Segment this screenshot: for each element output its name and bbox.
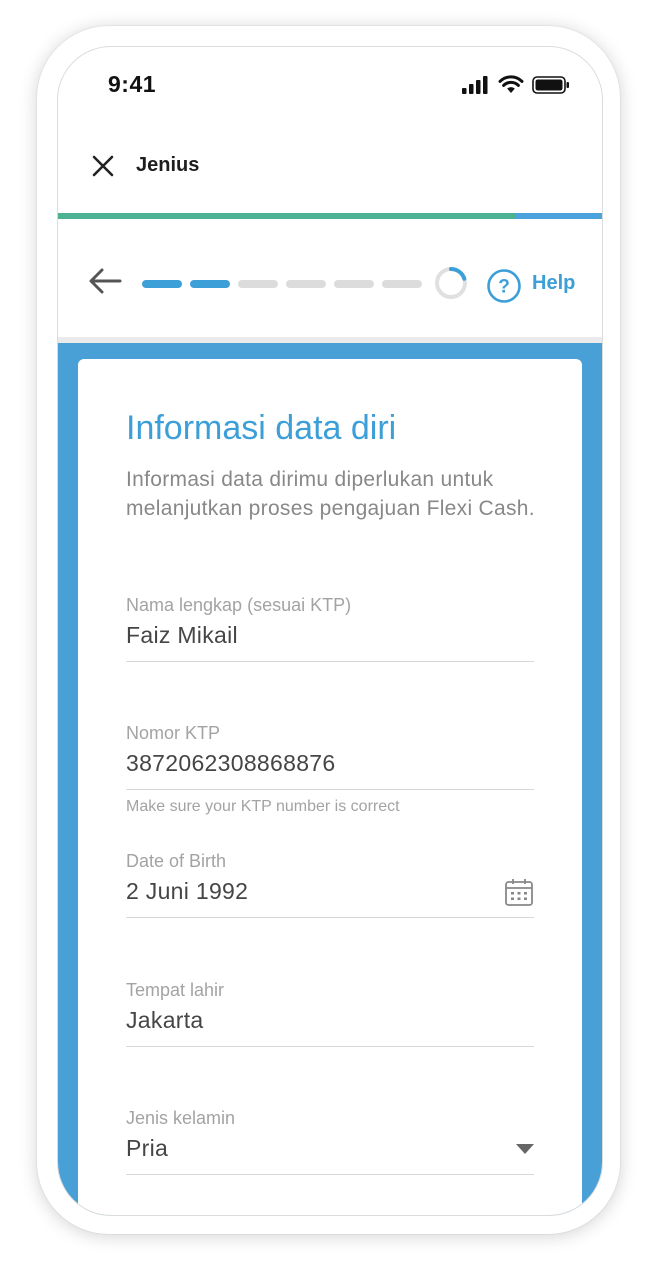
phone-screen: 9:41 Jenius ? Help Informasi data diri I… bbox=[57, 46, 603, 1216]
loading-spinner-icon bbox=[435, 267, 467, 299]
step-segment bbox=[190, 280, 230, 288]
date-of-birth-input[interactable]: 2 Juni 1992 bbox=[126, 878, 534, 905]
battery-icon bbox=[532, 75, 569, 94]
status-time: 9:41 bbox=[108, 71, 157, 97]
step-segment bbox=[142, 280, 182, 288]
field-label: Date of Birth bbox=[126, 851, 227, 871]
field-underline bbox=[126, 661, 534, 662]
close-icon[interactable] bbox=[92, 155, 114, 177]
app-title: Jenius bbox=[136, 154, 200, 176]
field-label: Nama lengkap (sesuai KTP) bbox=[126, 595, 352, 615]
svg-text:?: ? bbox=[498, 277, 510, 298]
wifi-icon bbox=[498, 75, 524, 93]
form-title: Informasi data diri bbox=[126, 409, 397, 447]
field-underline bbox=[126, 1174, 534, 1175]
full-name-input[interactable]: Faiz Mikail bbox=[126, 622, 534, 649]
field-underline bbox=[126, 1046, 534, 1047]
birth-place-field[interactable]: Tempat lahir Jakarta bbox=[126, 980, 534, 1047]
full-name-field[interactable]: Nama lengkap (sesuai KTP) Faiz Mikail bbox=[126, 595, 534, 662]
field-underline bbox=[126, 917, 534, 918]
ktp-number-field[interactable]: Nomor KTP 3872062308868876 Make sure you… bbox=[126, 723, 534, 816]
field-label: Nomor KTP bbox=[126, 723, 221, 743]
step-segment bbox=[238, 280, 278, 288]
date-of-birth-field[interactable]: Date of Birth 2 Juni 1992 bbox=[126, 851, 534, 918]
step-indicator-bar: ? Help bbox=[58, 219, 602, 337]
field-label: Jenis kelamin bbox=[126, 1108, 236, 1128]
birth-place-input[interactable]: Jakarta bbox=[126, 1007, 534, 1034]
app-header: Jenius bbox=[58, 137, 602, 213]
calendar-icon[interactable] bbox=[504, 877, 534, 907]
form-card: Informasi data diri Informasi data dirim… bbox=[78, 359, 582, 1215]
help-icon[interactable]: ? bbox=[486, 268, 522, 304]
step-segment bbox=[382, 280, 422, 288]
step-segment bbox=[334, 280, 374, 288]
status-icons bbox=[462, 75, 570, 94]
cellular-signal-icon bbox=[462, 75, 488, 94]
field-label: Tempat lahir bbox=[126, 980, 225, 1000]
step-progress bbox=[142, 280, 422, 288]
back-arrow-icon[interactable] bbox=[88, 267, 122, 295]
field-hint: Make sure your KTP number is correct bbox=[126, 798, 400, 815]
dropdown-arrow-icon[interactable] bbox=[516, 1144, 534, 1154]
step-segment bbox=[286, 280, 326, 288]
gender-select[interactable]: Pria bbox=[126, 1135, 534, 1162]
ktp-number-input[interactable]: 3872062308868876 bbox=[126, 750, 534, 777]
help-link[interactable]: Help bbox=[532, 272, 575, 295]
form-description: Informasi data dirimu diperlukan untuk m… bbox=[126, 468, 535, 520]
gender-field[interactable]: Jenis kelamin Pria bbox=[126, 1108, 534, 1175]
content-background: Informasi data diri Informasi data dirim… bbox=[58, 343, 602, 1215]
field-underline bbox=[126, 789, 534, 790]
